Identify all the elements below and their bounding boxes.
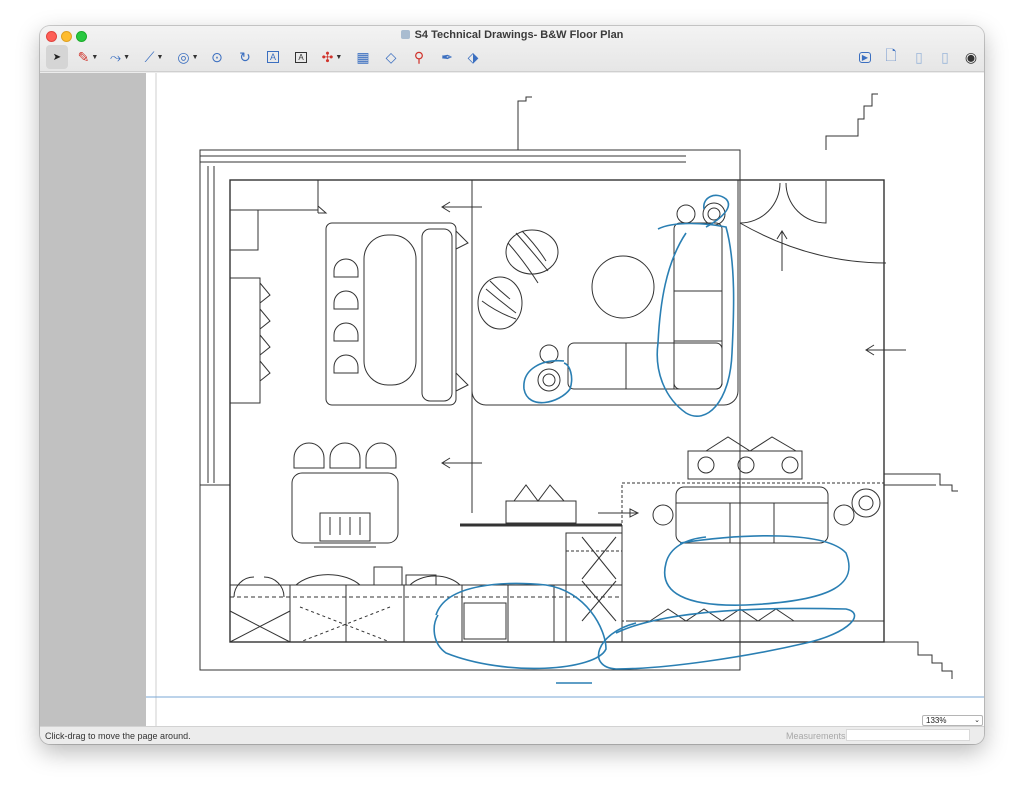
line-icon: ⟋ — [144, 48, 155, 65]
dropdown-caret-icon: ▼ — [191, 53, 199, 61]
arrow-pointer-icon: ➤ — [52, 51, 62, 63]
text-icon: A — [266, 51, 279, 63]
circle-center-tool-button[interactable]: ⊙ — [206, 45, 228, 69]
account-icon: ◉ — [964, 48, 978, 65]
pen-tool-button[interactable]: ✎ ▼ — [74, 45, 102, 69]
eyedropper-icon: ⚲ — [413, 48, 425, 65]
document-button[interactable]: ▯ — [908, 45, 930, 69]
dropdown-caret-icon: ▼ — [123, 53, 131, 61]
floor-plan-drawing — [146, 73, 984, 726]
present-button[interactable]: ▶ — [854, 45, 876, 69]
zoom-select[interactable]: 133% ⌄ — [922, 715, 983, 726]
dropdown-caret-icon: ▼ — [156, 53, 164, 61]
select-tool-button[interactable]: ➤ — [46, 45, 68, 69]
circle-icon: ◎ — [177, 48, 190, 65]
measurements-field[interactable] — [846, 729, 970, 741]
circle-tool-button[interactable]: ◎ ▼ — [174, 45, 202, 69]
fountain-pen-icon: ✒ — [441, 48, 453, 65]
status-hint: Click-drag to move the page around. — [45, 731, 191, 741]
measurements-label: Measurements — [786, 731, 846, 741]
circle-center-icon: ⊙ — [211, 48, 223, 65]
account-button[interactable]: ◉ — [960, 45, 982, 69]
label-tool-button[interactable]: A — [290, 45, 312, 69]
add-page-icon: 🗋 — [885, 47, 897, 63]
document-alt-icon: ▯ — [941, 48, 949, 65]
eraser-tool-button[interactable]: ◇ — [380, 45, 402, 69]
dropdown-caret-icon: ▼ — [91, 53, 99, 61]
label-icon: A — [295, 51, 307, 63]
pen-icon: ✎ — [77, 48, 90, 65]
node-tool-button[interactable]: ✣ ▼ — [318, 45, 346, 69]
dropdown-caret-icon: ▼ — [335, 53, 343, 61]
window-title: S4 Technical Drawings- B&W Floor Plan — [40, 29, 984, 41]
document-icon: ▯ — [915, 48, 923, 65]
chevron-down-icon: ⌄ — [974, 717, 980, 724]
eraser-icon: ◇ — [385, 48, 397, 65]
node-icon: ✣ — [321, 48, 334, 65]
document-icon — [400, 30, 410, 39]
titlebar: S4 Technical Drawings- B&W Floor Plan ➤ … — [40, 26, 984, 72]
drawing-canvas[interactable] — [146, 73, 984, 726]
fountain-pen-tool-button[interactable]: ✒ — [436, 45, 458, 69]
table-tool-button[interactable]: ▦ — [352, 45, 374, 69]
line-tool-button[interactable]: ⟋ ▼ — [140, 45, 168, 69]
status-bar: Click-drag to move the page around. Meas… — [40, 726, 984, 744]
annotation-markups — [433, 194, 856, 684]
add-page-button[interactable]: 🗋 — [880, 45, 902, 69]
fill-tool-button[interactable]: ⬗ — [462, 45, 484, 69]
app-window: S4 Technical Drawings- B&W Floor Plan ➤ … — [40, 26, 984, 744]
eyedropper-tool-button[interactable]: ⚲ — [408, 45, 430, 69]
document-alt-button[interactable]: ▯ — [934, 45, 956, 69]
arc-icon: ↻ — [239, 48, 251, 65]
fill-icon: ⬗ — [467, 48, 479, 65]
text-tool-button[interactable]: A — [262, 45, 284, 69]
inner-wall — [229, 179, 885, 643]
table-icon: ▦ — [356, 48, 370, 65]
page-gutter — [40, 73, 146, 726]
present-icon: ▶ — [858, 51, 872, 63]
bezier-tool-button[interactable]: ⤳ ▼ — [106, 45, 134, 69]
arc-tool-button[interactable]: ↻ — [234, 45, 256, 69]
bezier-icon: ⤳ — [109, 48, 122, 65]
